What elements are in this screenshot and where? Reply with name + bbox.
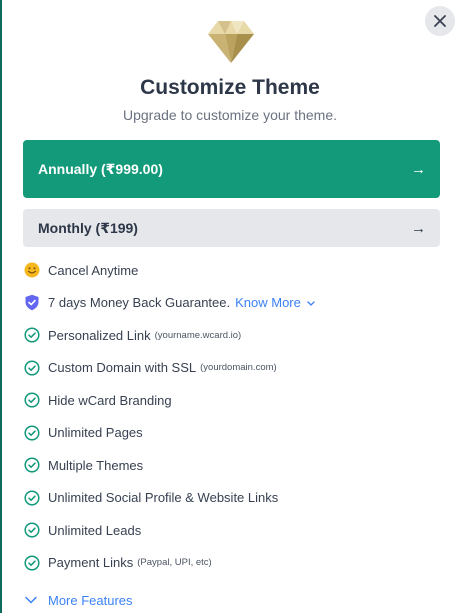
check-circle-icon [23,359,41,377]
check-circle-icon [23,424,41,442]
know-more-link[interactable]: Know More [235,295,316,310]
dialog-subtitle: Upgrade to customize your theme. [123,107,337,123]
feature-text: Custom Domain with SSL [48,360,197,376]
know-more-label: Know More [235,295,301,311]
feature-item-unlimited-pages: Unlimited Pages [23,417,440,450]
check-circle-icon [23,521,41,539]
diamond-icon [208,21,254,63]
feature-text: Payment Links [48,555,134,571]
feature-text: Personalized Link [48,327,151,343]
feature-text: 7 days Money Back Guarantee. [48,295,231,311]
plan-label: Annually (₹999.00) [38,160,163,177]
feature-item-money-back: 7 days Money Back Guarantee. Know More [23,287,440,320]
feature-text: Multiple Themes [48,457,144,473]
feature-item-social-links: Unlimited Social Profile & Website Links [23,482,440,515]
plan-annually-button[interactable]: Annually (₹999.00) → [23,140,440,198]
feature-text: Hide wCard Branding [48,392,172,408]
shield-check-icon [23,294,41,312]
feature-text: Unlimited Social Profile & Website Links [48,490,279,506]
feature-note: (yourdomain.com) [200,362,277,374]
feature-item-personalized-link: Personalized Link (yourname.wcard.io) [23,319,440,352]
chevron-down-icon [25,596,37,604]
feature-item-custom-domain: Custom Domain with SSL (yourdomain.com) [23,352,440,385]
check-circle-icon [23,554,41,572]
plan-monthly-button[interactable]: Monthly (₹199) → [23,209,440,247]
check-circle-icon [23,456,41,474]
plan-label: Monthly (₹199) [38,219,138,236]
close-icon [434,15,446,27]
feature-note: (Paypal, UPI, etc) [137,557,212,569]
feature-item-unlimited-leads: Unlimited Leads [23,514,440,547]
feature-note: (yourname.wcard.io) [154,329,242,341]
feature-item-multiple-themes: Multiple Themes [23,449,440,482]
feature-list: Cancel Anytime 7 days Money Back Guarant… [23,254,440,579]
feature-text: Unlimited Pages [48,425,143,441]
feature-item-cancel-anytime: Cancel Anytime [23,254,440,287]
more-features-label: More Features [48,592,133,608]
arrow-right-icon: → [411,160,426,178]
more-features-toggle[interactable]: More Features [23,589,133,611]
close-button[interactable] [425,6,455,36]
feature-item-payment-links: Payment Links (Paypal, UPI, etc) [23,547,440,580]
check-circle-icon [23,391,41,409]
arrow-right-icon: → [411,219,426,237]
feature-text: Unlimited Leads [48,522,142,538]
dialog-title: Customize Theme [140,76,320,99]
check-circle-icon [23,489,41,507]
check-circle-icon [23,326,41,344]
feature-text: Cancel Anytime [48,262,139,278]
chevron-down-icon [307,301,315,306]
smiley-icon [23,261,41,279]
feature-item-hide-branding: Hide wCard Branding [23,384,440,417]
